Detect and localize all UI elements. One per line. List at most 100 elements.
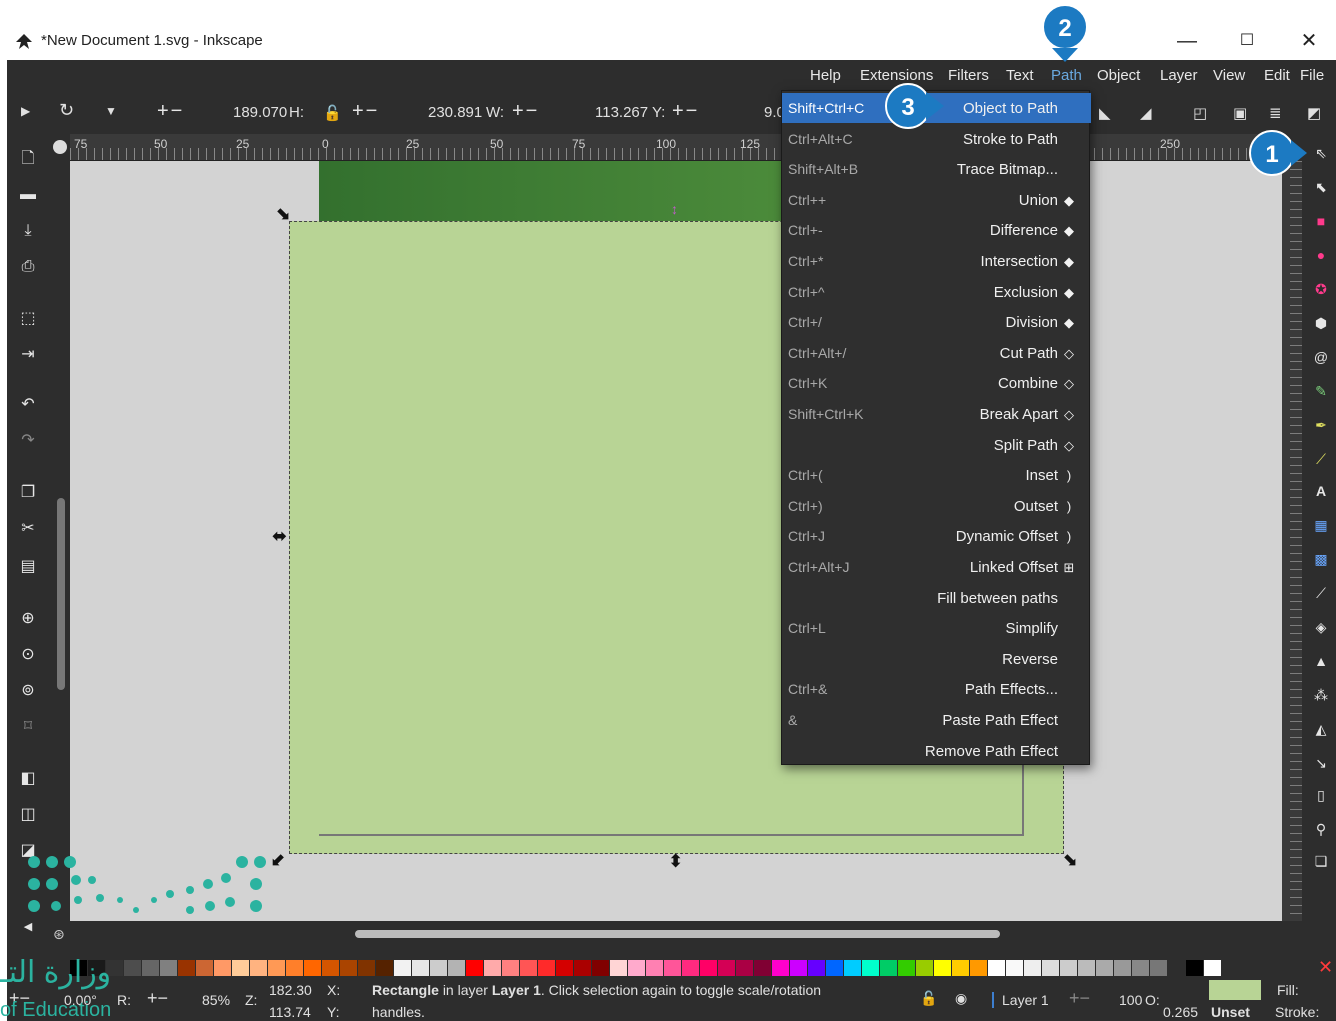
vertical-scrollbar-thumb[interactable]	[57, 498, 65, 690]
fill-indicator-swatch[interactable]	[1209, 980, 1261, 1000]
palette-swatch[interactable]	[394, 960, 411, 976]
star-tool-icon[interactable]: ✪	[1312, 280, 1330, 298]
horizontal-scrollbar-thumb[interactable]	[355, 930, 1000, 938]
path-menu-item[interactable]: Split Path ◇	[782, 430, 1091, 460]
opacity-value[interactable]: 100	[1119, 992, 1142, 1008]
palette-swatch[interactable]	[754, 960, 771, 976]
palette-swatch[interactable]	[790, 960, 807, 976]
maximize-button[interactable]: ☐	[1227, 26, 1267, 56]
drawing-canvas[interactable]: ⬊ ⬌ ⬋ ⬍ ⬊ ↕	[70, 161, 1282, 921]
palette-swatch[interactable]	[250, 960, 267, 976]
close-button[interactable]: ✕	[1289, 26, 1329, 56]
new-document-icon[interactable]: 🗋	[19, 150, 37, 168]
no-paint-swatch-icon[interactable]: ✕	[1318, 957, 1333, 978]
menu-text[interactable]: Text	[1006, 67, 1034, 84]
chevron-down-icon[interactable]: ▼	[105, 104, 117, 118]
palette-swatch[interactable]	[1078, 960, 1095, 976]
palette-swatch[interactable]	[358, 960, 375, 976]
palette-swatch[interactable]	[448, 960, 465, 976]
snap-nodes-icon[interactable]: ◰	[1193, 104, 1207, 122]
palette-swatch[interactable]	[664, 960, 681, 976]
connector-tool-icon[interactable]: ↘	[1312, 754, 1330, 772]
palette-swatch[interactable]	[1204, 960, 1221, 976]
text-tool-icon[interactable]: A	[1312, 482, 1330, 500]
palette-swatch[interactable]	[502, 960, 519, 976]
palette-swatch[interactable]	[214, 960, 231, 976]
snap-options-icon[interactable]: ◩	[1307, 104, 1321, 122]
palette-swatch[interactable]	[844, 960, 861, 976]
palette-swatch[interactable]	[1114, 960, 1131, 976]
x-plusminus-button[interactable]: +−	[672, 100, 699, 123]
ellipse-tool-icon[interactable]: ●	[1312, 246, 1330, 264]
palette-swatch[interactable]	[178, 960, 195, 976]
path-menu-item[interactable]: Remove Path Effect	[782, 736, 1091, 766]
dropper-tool-icon[interactable]: ⟋	[1312, 584, 1330, 602]
measure-tool-icon[interactable]: ❏	[1312, 852, 1330, 870]
palette-swatch[interactable]	[1042, 960, 1059, 976]
path-menu-item[interactable]: Ctrl+J Dynamic Offset)	[782, 521, 1091, 551]
palette-swatch[interactable]	[1024, 960, 1041, 976]
palette-swatch[interactable]	[682, 960, 699, 976]
import-icon[interactable]: ⬚	[19, 310, 37, 328]
menu-file[interactable]: File	[1300, 67, 1324, 84]
palette-swatch[interactable]	[574, 960, 591, 976]
menu-path[interactable]: Path	[1051, 67, 1082, 84]
snap-guide-icon[interactable]: ▣	[1233, 104, 1247, 122]
path-menu-item[interactable]: Ctrl+L Simplify	[782, 613, 1091, 643]
redo-icon[interactable]: ↷	[19, 432, 37, 450]
palette-swatch[interactable]	[736, 960, 753, 976]
paste-icon[interactable]: ▤	[19, 558, 37, 576]
open-icon[interactable]: ▬	[19, 186, 37, 204]
path-menu-item[interactable]: Ctrl+K Combine ◇	[782, 368, 1091, 398]
path-menu-item[interactable]: Ctrl+Alt+/ Cut Path ◇	[782, 338, 1091, 368]
toolbar-expand-icon[interactable]: ▶	[21, 104, 30, 118]
palette-swatch[interactable]	[466, 960, 483, 976]
pen-tool-icon[interactable]: ✒	[1312, 416, 1330, 434]
palette-swatch[interactable]	[232, 960, 249, 976]
path-menu-item[interactable]: & Paste Path Effect	[782, 705, 1091, 735]
path-menu-item[interactable]: Ctrl+- Difference ◆	[782, 215, 1091, 245]
menu-edit[interactable]: Edit	[1264, 67, 1290, 84]
duplicate-icon[interactable]: ◧	[19, 770, 37, 788]
palette-swatch[interactable]	[808, 960, 825, 976]
palette-swatch[interactable]	[196, 960, 213, 976]
lock-icon[interactable]: 🔓	[323, 104, 342, 122]
palette-swatch[interactable]	[286, 960, 303, 976]
scale-handle-bottom[interactable]: ⬍	[668, 851, 683, 872]
menu-object[interactable]: Object	[1097, 67, 1140, 84]
palette-swatch[interactable]	[376, 960, 393, 976]
zoom-drawing-icon[interactable]: ⊙	[19, 646, 37, 664]
palette-swatch[interactable]	[340, 960, 357, 976]
stroke-width-value[interactable]: 0.265	[1163, 1004, 1198, 1020]
path-menu-item[interactable]: Ctrl++ Union ◆	[782, 185, 1091, 215]
spray-tool-icon[interactable]: ⁂	[1312, 686, 1330, 704]
palette-swatch[interactable]	[880, 960, 897, 976]
palette-swatch[interactable]	[934, 960, 951, 976]
palette-swatch[interactable]	[862, 960, 879, 976]
copy-icon[interactable]: ❐	[19, 484, 37, 502]
undo-icon[interactable]: ↶	[19, 396, 37, 414]
palette-swatch[interactable]	[160, 960, 177, 976]
print-icon[interactable]: ⎙	[19, 258, 37, 276]
zoom-width-icon[interactable]: ⌑	[19, 718, 37, 736]
palette-swatch[interactable]	[1150, 960, 1167, 976]
zoom-value[interactable]: 85%	[202, 992, 230, 1008]
spiral-tool-icon[interactable]: @	[1312, 348, 1330, 366]
layer-lock-icon[interactable]: 🔓	[920, 990, 937, 1007]
path-menu-item[interactable]: Ctrl+Alt+J Linked Offset ⊞	[782, 552, 1091, 582]
h-plusminus-button[interactable]: +−	[157, 100, 184, 123]
palette-swatch[interactable]	[970, 960, 987, 976]
path-menu-item[interactable]: Ctrl+(Inset)	[782, 460, 1091, 490]
y-value-input[interactable]: 113.267	[595, 104, 648, 121]
save-icon[interactable]: ⤓	[19, 222, 37, 240]
palette-swatch[interactable]	[304, 960, 321, 976]
palette-swatch[interactable]	[1186, 960, 1203, 976]
palette-swatch[interactable]	[700, 960, 717, 976]
path-menu-item[interactable]: Shift+Alt+B Trace Bitmap...	[782, 154, 1091, 184]
zoom-page-icon[interactable]: ⊚	[19, 682, 37, 700]
paint-bucket-tool-icon[interactable]: ◈	[1312, 618, 1330, 636]
palette-swatch[interactable]	[268, 960, 285, 976]
node-tool-icon[interactable]: ⬉	[1312, 178, 1330, 196]
zoom-tool-icon[interactable]: ⚲	[1312, 820, 1330, 838]
scale-handle-bottom-left[interactable]: ⬋	[271, 849, 286, 870]
